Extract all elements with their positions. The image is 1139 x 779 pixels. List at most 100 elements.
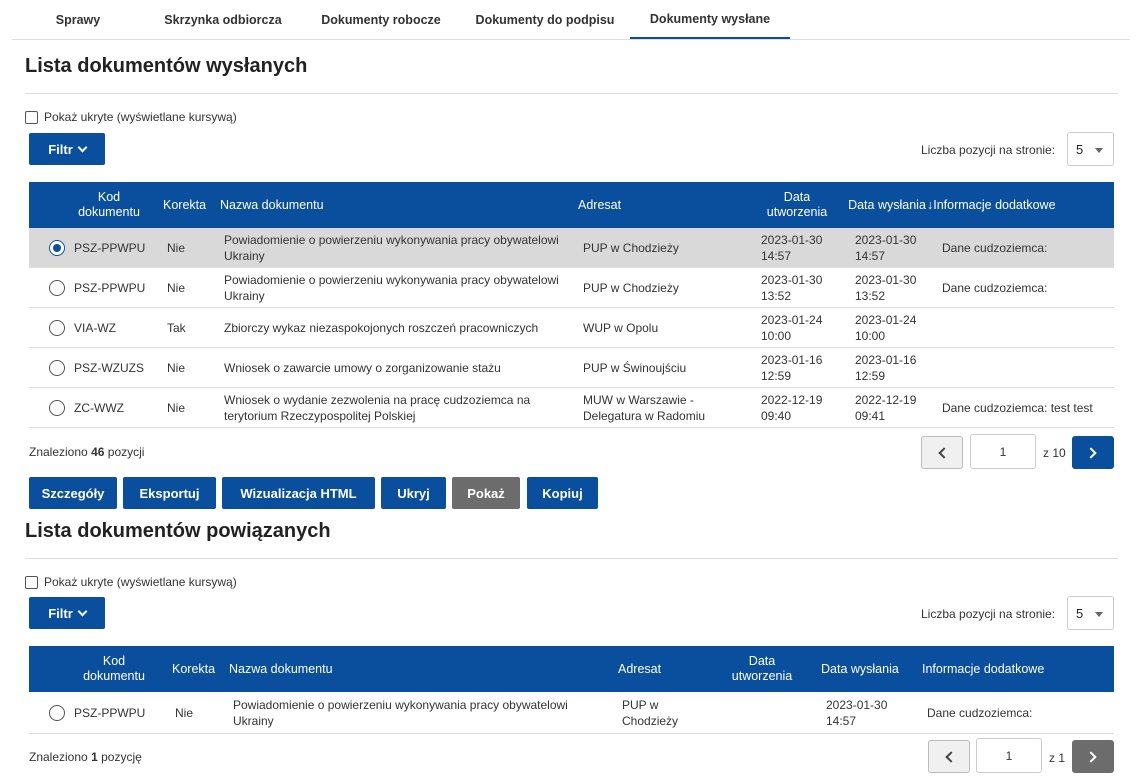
sent-per-page-value: 5 [1076,141,1084,157]
chevron-left-icon [945,750,957,763]
tab-bar: Sprawy Skrzynka odbiorcza Dokumenty robo… [12,0,1130,40]
html-visualization-button[interactable]: Wizualizacja HTML [222,477,375,509]
cell-info [942,348,1112,388]
col-created[interactable]: Data utworzenia [754,182,840,228]
sent-show-hidden-label: Pokaż ukryte (wyświetlane kursywą) [44,110,237,124]
tab-sprawy[interactable]: Sprawy [12,0,144,39]
row-radio[interactable] [49,705,65,721]
cell-created: 2023-01-30 14:57 [761,233,823,263]
col-sent[interactable]: Data wysłania [847,182,927,228]
row-radio[interactable] [49,240,65,256]
table-row[interactable]: PSZ-WZUZS Nie Wniosek o zawarcie umowy o z… [29,348,1114,388]
col-code[interactable]: Kod dokumentu [74,646,154,692]
tab-dokumenty-robocze[interactable]: Dokumenty robocze [302,0,460,39]
sent-page-input[interactable]: 1 [970,434,1036,469]
cell-sent: 2023-01-24 10:00 [855,313,917,343]
export-button[interactable]: Eksportuj [123,477,216,509]
sent-per-page-select[interactable]: 5 [1067,132,1114,166]
sent-table-header: Kod dokumentu Korekta Nazwa dokumentu Ad… [29,182,1114,228]
tab-skrzynka-odbiorcza[interactable]: Skrzynka odbiorcza [144,0,302,39]
cell-correction: Nie [167,361,186,375]
related-show-hidden-row[interactable]: Pokaż ukryte (wyświetlane kursywą) [25,575,237,589]
cell-code: PSZ-PPWPU [74,241,146,255]
col-name[interactable]: Nazwa dokumentu [229,646,529,692]
table-row[interactable]: PSZ-PPWPU Nie Powiadomienie o powierzeniu … [29,268,1114,308]
related-filter-button[interactable]: Filtr [29,597,105,629]
cell-created: 2023-01-30 13:52 [761,273,823,303]
related-list-title: Lista dokumentów powiązanych [25,520,331,542]
col-correction[interactable]: Korekta [163,182,223,228]
cell-addressee: PUP w Chodzieży [622,698,679,728]
cell-info: Dane cudzoziemca: [927,706,1033,720]
col-info-sorted[interactable]: ↓Informacje dodatkowe [927,182,1107,228]
row-radio[interactable] [49,280,65,296]
related-found-count: Znaleziono 1 pozycję [29,750,142,764]
sent-show-hidden-row[interactable]: Pokaż ukryte (wyświetlane kursywą) [25,110,237,124]
tab-dokumenty-wyslane[interactable]: Dokumenty wysłane [630,0,790,39]
cell-created: 2023-01-16 12:59 [761,353,823,383]
col-name[interactable]: Nazwa dokumentu [220,182,520,228]
cell-correction: Nie [167,241,186,255]
cell-addressee: PUP w Chodzieży [583,241,679,255]
related-per-page-label: Liczba pozycji na stronie: [921,607,1056,621]
col-addressee[interactable]: Adresat [618,646,698,692]
show-button[interactable]: Pokaż [452,477,520,509]
cell-name: Zbiorczy wykaz niezaspokojonych roszczeń… [224,321,539,335]
cell-created: 2022-12-19 09:40 [761,393,823,423]
cell-info: Dane cudzoziemca: [942,241,1048,255]
chevron-right-icon [1085,750,1097,763]
chevron-down-icon [77,606,88,616]
sent-list-title: Lista dokumentów wysłanych [25,55,308,77]
related-filter-label: Filtr [48,605,73,621]
row-radio[interactable] [49,360,65,376]
copy-button[interactable]: Kopiuj [527,477,598,509]
cell-addressee: WUP w Opolu [583,321,659,335]
related-page-total: z 1 [1049,751,1066,765]
row-radio[interactable] [49,400,65,416]
tab-dokumenty-do-podpisu[interactable]: Dokumenty do podpisu [460,0,630,39]
cell-sent: 2023-01-30 14:57 [826,698,888,728]
cell-correction: Tak [167,321,186,335]
cell-info: Dane cudzoziemca: test test [942,401,1093,415]
details-button[interactable]: Szczegóły [29,477,117,509]
cell-created: 2023-01-24 10:00 [761,313,823,343]
related-prev-page-button[interactable] [928,740,970,773]
chevron-right-icon [1085,446,1097,459]
hide-button[interactable]: Ukryj [381,477,446,509]
cell-name: Powiadomienie o powierzeniu wykonywania … [224,273,559,303]
cell-code: PSZ-WZUZS [74,361,144,375]
table-row[interactable]: PSZ-PPWPU Nie Powiadomienie o powierzeniu … [29,692,1114,734]
cell-name: Powiadomienie o powierzeniu wykonywania … [233,698,568,728]
cell-code: PSZ-PPWPU [74,281,146,295]
sent-found-count: Znaleziono 46 pozycji [29,445,145,459]
related-per-page-value: 5 [1076,605,1084,621]
caret-down-icon [1095,612,1103,617]
sent-show-hidden-checkbox[interactable] [25,110,38,124]
col-sent[interactable]: Data wysłania [821,646,911,692]
related-next-page-button[interactable] [1072,740,1114,773]
col-info[interactable]: Informacje dodatkowe [922,646,1072,692]
table-row[interactable]: PSZ-PPWPU Nie Powiadomienie o powierzeniu … [29,228,1114,268]
caret-down-icon [1095,148,1103,153]
sent-per-page-label: Liczba pozycji na stronie: [921,143,1056,157]
related-page-input[interactable]: 1 [976,738,1042,773]
cell-sent: 2022-12-19 09:41 [855,393,917,423]
divider [25,93,1118,94]
table-row[interactable]: ZC-WWZ Nie Wniosek o wydanie zezwolenia na… [29,388,1114,428]
col-addressee[interactable]: Adresat [578,182,728,228]
sent-prev-page-button[interactable] [921,436,963,469]
cell-name: Wniosek o wydanie zezwolenia na pracę cu… [224,393,531,423]
related-per-page-select[interactable]: 5 [1067,596,1114,630]
col-created[interactable]: Data utworzenia [719,646,805,692]
col-correction[interactable]: Korekta [172,646,232,692]
row-radio[interactable] [49,320,65,336]
sent-filter-button[interactable]: Filtr [29,133,105,165]
related-show-hidden-label: Pokaż ukryte (wyświetlane kursywą) [44,575,237,589]
sent-page-total: z 10 [1043,446,1066,460]
related-show-hidden-checkbox[interactable] [25,575,38,589]
sent-next-page-button[interactable] [1072,436,1114,469]
cell-code: VIA-WZ [74,321,116,335]
cell-name: Powiadomienie o powierzeniu wykonywania … [224,233,559,263]
table-row[interactable]: VIA-WZ Tak Zbiorczy wykaz niezaspokojonych… [29,308,1114,348]
col-code[interactable]: Kod dokumentu [69,182,149,228]
